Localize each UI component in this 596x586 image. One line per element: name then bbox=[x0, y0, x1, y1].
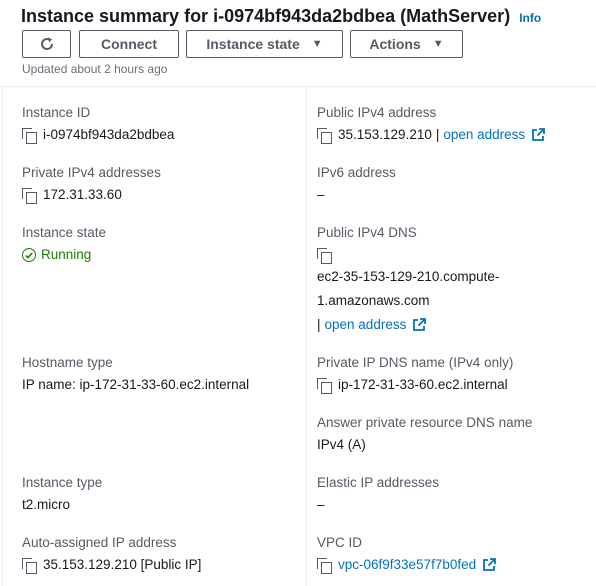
updated-text: Updated about 2 hours ago bbox=[22, 62, 168, 76]
vpc-id-link[interactable]: vpc-06f9f33e57f7b0fed bbox=[338, 556, 476, 574]
separator: | bbox=[435, 127, 440, 142]
elastic-ip-field: Elastic IP addresses – bbox=[317, 474, 439, 514]
instance-id-label: Instance ID bbox=[22, 105, 91, 120]
instance-id-value: i-0974bf943da2bdbea bbox=[43, 127, 175, 142]
ipv6-label: IPv6 address bbox=[317, 165, 396, 180]
open-address-link[interactable]: open address bbox=[443, 126, 525, 144]
title-row: Instance summary for i-0974bf943da2bdbea… bbox=[21, 6, 541, 27]
instance-state-value-row: Running bbox=[22, 246, 106, 264]
caret-down-icon: ▼ bbox=[311, 38, 323, 50]
ipv6-field: IPv6 address – bbox=[317, 164, 396, 204]
elastic-ip-label: Elastic IP addresses bbox=[317, 475, 440, 490]
page-title: Instance summary for i-0974bf943da2bdbea… bbox=[21, 6, 511, 26]
instance-state-field-label: Instance state bbox=[22, 225, 107, 240]
check-circle-icon bbox=[22, 248, 36, 262]
private-dns-value: ip-172-31-33-60.ec2.internal bbox=[338, 377, 508, 392]
vpc-id-label: VPC ID bbox=[317, 535, 363, 550]
column-divider bbox=[306, 88, 307, 586]
external-link-icon[interactable] bbox=[482, 558, 497, 572]
vpc-id-value-row: vpc-06f9f33e57f7b0fed bbox=[317, 556, 497, 574]
separator: | bbox=[317, 317, 321, 332]
vpc-id-field: VPC ID vpc-06f9f33e57f7b0fed bbox=[317, 534, 497, 574]
refresh-icon bbox=[40, 37, 53, 50]
instance-id-field: Instance ID i-0974bf943da2bdbea bbox=[22, 104, 174, 144]
public-dns-label: Public IPv4 DNS bbox=[317, 225, 417, 240]
public-dns-field: Public IPv4 DNS ec2-35-153-129-210.compu… bbox=[317, 224, 499, 337]
hostname-type-label: Hostname type bbox=[22, 355, 113, 370]
public-ipv4-value: 35.153.129.210 bbox=[338, 127, 432, 142]
copy-icon[interactable] bbox=[317, 127, 332, 144]
answer-dns-field: Answer private resource DNS name IPv4 (A… bbox=[317, 414, 532, 454]
private-dns-value-row: ip-172-31-33-60.ec2.internal bbox=[317, 376, 513, 394]
copy-icon[interactable] bbox=[317, 557, 332, 574]
auto-ip-value: 35.153.129.210 [Public IP] bbox=[43, 557, 202, 572]
panel-left-border bbox=[2, 88, 3, 586]
answer-dns-value: IPv4 (A) bbox=[317, 437, 366, 452]
copy-icon[interactable] bbox=[22, 187, 37, 204]
instance-id-value-row: i-0974bf943da2bdbea bbox=[22, 126, 174, 144]
answer-dns-label: Answer private resource DNS name bbox=[317, 415, 533, 430]
actions-button[interactable]: Actions ▼ bbox=[350, 30, 463, 58]
public-ipv4-field: Public IPv4 address 35.153.129.210 | ope… bbox=[317, 104, 546, 144]
private-ipv4-label: Private IPv4 addresses bbox=[22, 165, 161, 180]
auto-ip-label: Auto-assigned IP address bbox=[22, 535, 177, 550]
open-address-link[interactable]: open address bbox=[325, 313, 407, 337]
instance-type-field: Instance type t2.micro bbox=[22, 474, 102, 514]
private-ipv4-value: 172.31.33.60 bbox=[43, 187, 122, 202]
instance-state-field: Instance state Running bbox=[22, 224, 106, 264]
instance-state-value: Running bbox=[41, 247, 92, 262]
private-dns-field: Private IP DNS name (IPv4 only) ip-172-3… bbox=[317, 354, 513, 394]
copy-icon[interactable] bbox=[317, 377, 332, 394]
hostname-type-field: Hostname type IP name: ip-172-31-33-60.e… bbox=[22, 354, 249, 394]
elastic-ip-value: – bbox=[317, 497, 325, 512]
summary-header: Instance summary for i-0974bf943da2bdbea… bbox=[0, 0, 596, 87]
external-link-icon[interactable] bbox=[412, 318, 427, 332]
connect-button[interactable]: Connect bbox=[79, 30, 179, 58]
public-ipv4-label: Public IPv4 address bbox=[317, 105, 437, 120]
refresh-button[interactable] bbox=[22, 30, 71, 58]
public-dns-copy-row bbox=[317, 248, 499, 264]
instance-type-label: Instance type bbox=[22, 475, 103, 490]
instance-type-value: t2.micro bbox=[22, 497, 71, 512]
public-ipv4-value-row: 35.153.129.210 | open address bbox=[317, 126, 546, 144]
external-link-icon[interactable] bbox=[531, 128, 546, 142]
ipv6-value: – bbox=[317, 187, 325, 202]
copy-icon[interactable] bbox=[317, 248, 332, 264]
public-dns-value-line2: 1.amazonaws.com bbox=[317, 293, 430, 308]
private-ipv4-value-row: 172.31.33.60 bbox=[22, 186, 161, 204]
auto-ip-value-row: 35.153.129.210 [Public IP] bbox=[22, 556, 201, 574]
private-ipv4-field: Private IPv4 addresses 172.31.33.60 bbox=[22, 164, 161, 204]
copy-icon[interactable] bbox=[22, 557, 37, 574]
info-link[interactable]: Info bbox=[519, 11, 541, 25]
public-dns-value-line1: ec2-35-153-129-210.compute- bbox=[317, 269, 500, 284]
copy-icon[interactable] bbox=[22, 127, 37, 144]
private-dns-label: Private IP DNS name (IPv4 only) bbox=[317, 355, 514, 370]
instance-state-label: Instance state bbox=[206, 36, 300, 52]
auto-ip-field: Auto-assigned IP address 35.153.129.210 … bbox=[22, 534, 201, 574]
public-dns-link-row: | open address bbox=[317, 313, 499, 337]
actions-label: Actions bbox=[369, 36, 421, 52]
hostname-type-value: IP name: ip-172-31-33-60.ec2.internal bbox=[22, 377, 250, 392]
instance-state-button[interactable]: Instance state ▼ bbox=[186, 30, 343, 58]
caret-down-icon: ▼ bbox=[432, 38, 444, 50]
